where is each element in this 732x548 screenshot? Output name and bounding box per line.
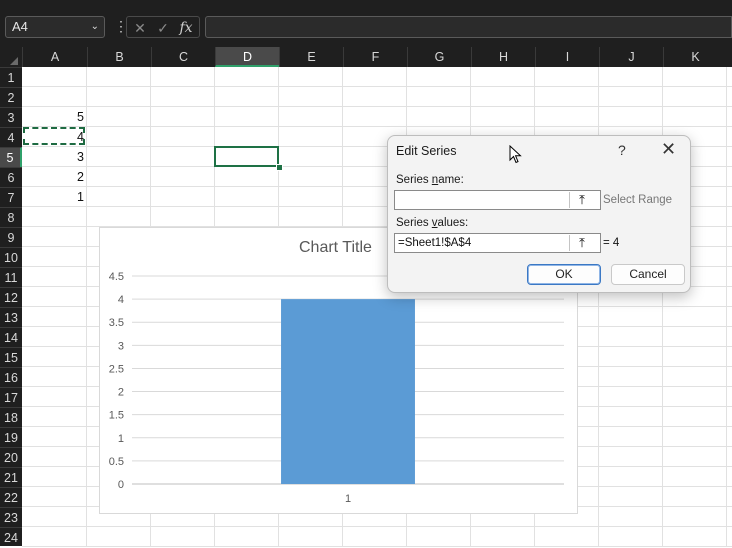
row-header-5[interactable]: 5	[0, 147, 22, 167]
collapse-dialog-icon[interactable]: ⤒	[569, 235, 594, 251]
row-header-2[interactable]: 2	[0, 87, 22, 107]
row-header-18[interactable]: 18	[0, 407, 22, 427]
row-header-9[interactable]: 9	[0, 227, 22, 247]
y-tick-label: 4	[118, 294, 124, 306]
series-values-preview: = 4	[603, 237, 620, 249]
row-header-22[interactable]: 22	[0, 487, 22, 507]
column-header-c[interactable]: C	[151, 47, 215, 67]
chart-title[interactable]: Chart Title	[299, 239, 372, 257]
enter-icon[interactable]: ✓	[154, 19, 172, 37]
column-header-b[interactable]: B	[87, 47, 151, 67]
column-header-f[interactable]: F	[343, 47, 407, 67]
column-header-g[interactable]: G	[407, 47, 471, 67]
gridline	[22, 526, 732, 527]
gridline	[22, 546, 732, 547]
help-icon[interactable]: ?	[618, 142, 626, 158]
row-header-17[interactable]: 17	[0, 387, 22, 407]
dialog-title: Edit Series	[396, 144, 457, 158]
row-header-8[interactable]: 8	[0, 207, 22, 227]
row-header-4[interactable]: 4	[0, 127, 22, 147]
column-header-d[interactable]: D	[215, 47, 279, 67]
formula-buttons: ✕ ✓ fx	[126, 16, 200, 38]
row-header-14[interactable]: 14	[0, 327, 22, 347]
insert-function-icon[interactable]: fx	[177, 19, 195, 37]
row-header-3[interactable]: 3	[0, 107, 22, 127]
row-header-7[interactable]: 7	[0, 187, 22, 207]
row-header-23[interactable]: 23	[0, 507, 22, 527]
y-tick-label: 0	[118, 479, 124, 491]
bar-1[interactable]	[281, 299, 415, 484]
y-tick-label: 2	[118, 387, 124, 399]
cell-a6[interactable]: 2	[23, 167, 84, 187]
row-header-20[interactable]: 20	[0, 447, 22, 467]
formula-input[interactable]	[205, 16, 732, 38]
y-tick-label: 1	[118, 433, 124, 445]
select-all-icon	[10, 57, 18, 65]
row-header-1[interactable]: 1	[0, 67, 22, 87]
series-name-label: Series name:	[396, 174, 464, 186]
copy-marquee-a4	[23, 127, 85, 145]
cell-a7[interactable]: 1	[23, 187, 84, 207]
close-icon[interactable]: ✕	[661, 140, 676, 158]
cancel-button[interactable]: Cancel	[611, 264, 685, 285]
y-tick-label: 3	[118, 340, 124, 352]
cell-a3[interactable]: 5	[23, 107, 84, 127]
row-header-10[interactable]: 10	[0, 247, 22, 267]
column-header-h[interactable]: H	[471, 47, 535, 67]
row-header-24[interactable]: 24	[0, 527, 22, 547]
x-tick-label: 1	[345, 493, 351, 505]
column-header-j[interactable]: J	[599, 47, 663, 67]
y-tick-label: 3.5	[109, 317, 124, 329]
y-tick-label: 4.5	[109, 271, 124, 283]
row-header-16[interactable]: 16	[0, 367, 22, 387]
gridline	[22, 106, 732, 107]
series-values-label: Series values:	[396, 217, 469, 229]
gridline	[22, 126, 732, 127]
collapse-dialog-icon[interactable]: ⤒	[569, 192, 594, 208]
column-header-i[interactable]: I	[535, 47, 599, 67]
name-box-value: A4	[12, 19, 28, 34]
edit-series-dialog: Edit Series ? ✕ Series name: ⤒ Select Ra…	[387, 135, 691, 293]
ribbon-edge	[0, 0, 732, 8]
series-name-preview: Select Range	[603, 194, 673, 206]
ok-button[interactable]: OK	[527, 264, 601, 285]
y-tick-label: 0.5	[109, 456, 124, 468]
column-header-k[interactable]: K	[663, 47, 727, 67]
row-header-13[interactable]: 13	[0, 307, 22, 327]
mouse-pointer-icon	[509, 145, 522, 164]
row-header-21[interactable]: 21	[0, 467, 22, 487]
cancel-icon[interactable]: ✕	[131, 19, 149, 37]
row-header-11[interactable]: 11	[0, 267, 22, 287]
cell-a5[interactable]: 3	[23, 147, 84, 167]
column-header-e[interactable]: E	[279, 47, 343, 67]
column-header-a[interactable]: A	[22, 47, 87, 67]
gridline	[22, 86, 732, 87]
row-header-6[interactable]: 6	[0, 167, 22, 187]
fill-handle[interactable]	[276, 164, 283, 171]
y-tick-label: 2.5	[109, 363, 124, 375]
row-header-19[interactable]: 19	[0, 427, 22, 447]
name-box[interactable]: A4 ⌄	[5, 16, 105, 38]
row-header-12[interactable]: 12	[0, 287, 22, 307]
y-tick-label: 1.5	[109, 410, 124, 422]
active-cell-d5[interactable]	[214, 146, 279, 167]
chevron-down-icon[interactable]: ⌄	[91, 17, 99, 37]
row-header-15[interactable]: 15	[0, 347, 22, 367]
